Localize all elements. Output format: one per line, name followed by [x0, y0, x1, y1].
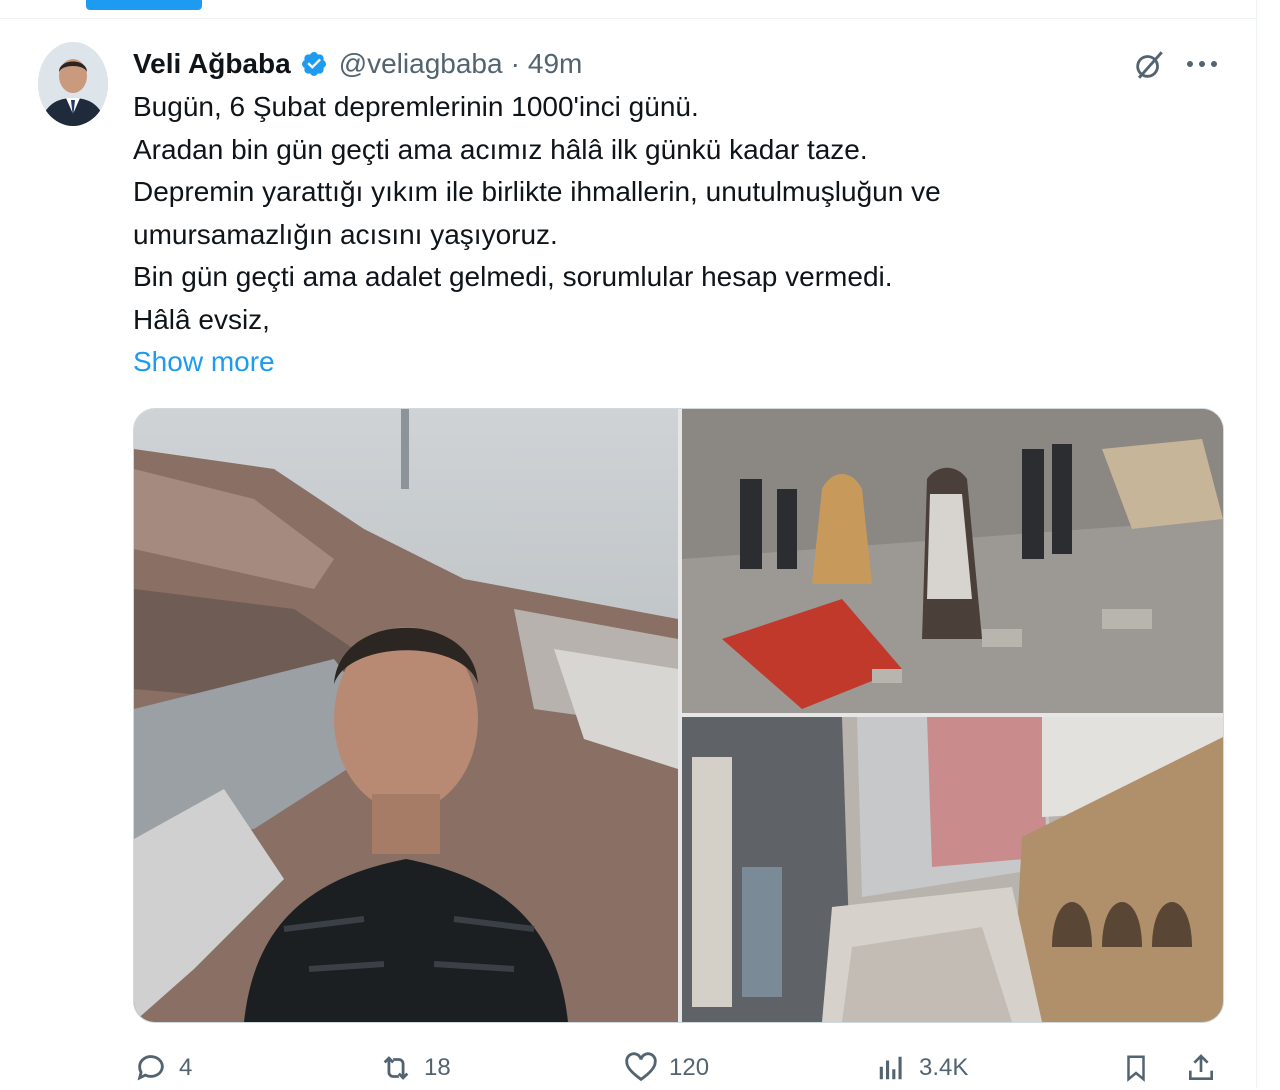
tweet-text: Bugün, 6 Şubat depremlerinin 1000'inci g…: [133, 86, 1223, 384]
views-count: 3.4K: [919, 1054, 969, 1081]
divider: [0, 18, 1256, 19]
timestamp[interactable]: 49m: [528, 48, 582, 80]
repost-count: 18: [424, 1054, 451, 1081]
tweet-text-line: umursamazlığın acısını yaşıyoruz.: [133, 218, 558, 250]
media-photo-damaged-street[interactable]: [682, 717, 1223, 1022]
grok-icon[interactable]: [1128, 44, 1170, 86]
author-handle[interactable]: @veliagbaba: [339, 48, 503, 80]
bookmark-icon: [1118, 1050, 1154, 1086]
tweet-text-line: Depremin yarattığı yıkım ile birlikte ih…: [133, 176, 941, 207]
views-button[interactable]: 3.4K: [873, 1046, 968, 1090]
tweet-text-line: Hâlâ evsiz,: [133, 303, 270, 335]
media-photo-man-rubble[interactable]: [134, 409, 678, 1022]
tweet-text-line: Bin gün geçti ama adalet gelmedi, soruml…: [133, 261, 893, 292]
column-border: [1256, 0, 1257, 1088]
reply-count: 4: [179, 1054, 193, 1081]
like-button[interactable]: 120: [623, 1046, 709, 1090]
heart-icon: [623, 1050, 659, 1086]
media-grid: [133, 408, 1224, 1023]
tweet-text-line: Aradan bin gün geçti ama acımız hâlâ ilk…: [133, 133, 868, 165]
views-chart-icon: [873, 1050, 909, 1086]
repost-icon: [378, 1050, 414, 1086]
like-count: 120: [669, 1054, 710, 1081]
tweet-header: Veli Ağbaba @veliagbaba · 49m: [133, 44, 582, 84]
share-button[interactable]: [1183, 1046, 1219, 1090]
verified-badge-icon[interactable]: [300, 50, 328, 78]
bookmark-button[interactable]: [1118, 1046, 1154, 1090]
repost-button[interactable]: 18: [378, 1046, 451, 1090]
more-dots-icon[interactable]: [1180, 44, 1224, 84]
show-more-link[interactable]: Show more: [133, 341, 275, 384]
media-photo-rubble-search[interactable]: [682, 409, 1223, 713]
reply-button[interactable]: 4: [133, 1046, 192, 1090]
author-name[interactable]: Veli Ağbaba: [133, 48, 291, 80]
tab-active-indicator: [86, 0, 202, 10]
avatar[interactable]: [38, 42, 108, 126]
tweet-actions: 4 18 120 3.4K: [133, 1046, 1233, 1090]
reply-icon: [133, 1050, 169, 1086]
tweet-text-line: Bugün, 6 Şubat depremlerinin 1000'inci g…: [133, 91, 699, 122]
separator: ·: [510, 48, 520, 79]
share-icon: [1183, 1050, 1219, 1086]
